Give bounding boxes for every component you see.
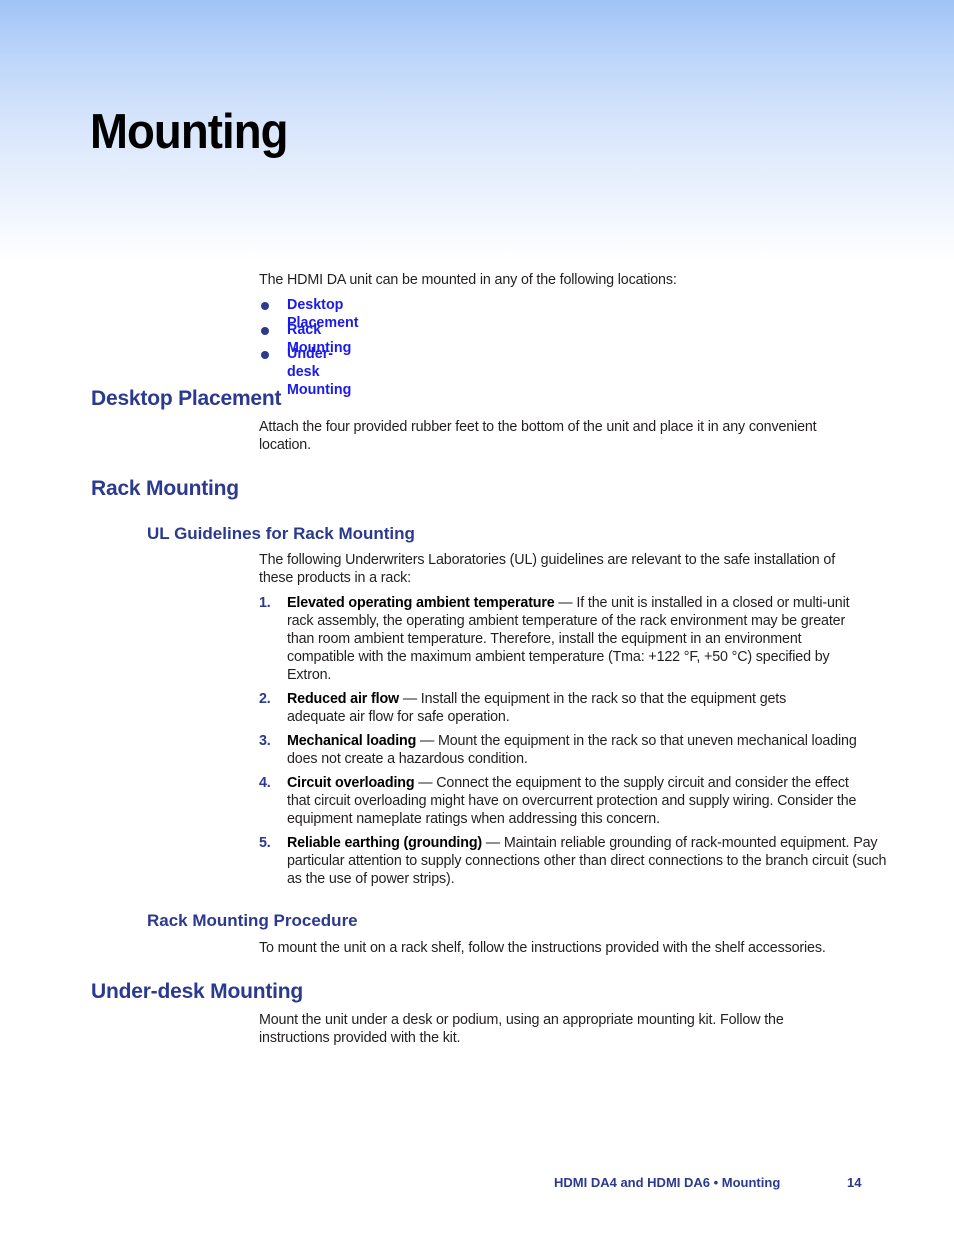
under-desk-text: Mount the unit under a desk or podium, u… [259, 1012, 784, 1046]
toc-link-under-desk-mounting[interactable]: Under-desk Mounting [287, 345, 351, 399]
subsection-heading-ul-guidelines: UL Guidelines for Rack Mounting [147, 524, 415, 543]
em-dash: — [554, 595, 577, 611]
list-number: 3. [259, 733, 271, 749]
section-heading-rack-mounting: Rack Mounting [91, 477, 239, 500]
em-dash: — [414, 775, 437, 791]
em-dash: — [399, 691, 421, 707]
bullet-icon [261, 351, 269, 359]
list-number: 4. [259, 775, 271, 791]
section-heading-desktop-placement: Desktop Placement [91, 387, 282, 410]
ul-guidelines-list: 1. Elevated operating ambient temperatur… [259, 594, 886, 894]
footer-doc-title: HDMI DA4 and HDMI DA6 • Mounting [554, 1175, 781, 1190]
list-item: 5. Reliable earthing (grounding) — Maint… [259, 834, 897, 888]
rack-procedure-text: To mount the unit on a rack shelf, follo… [259, 940, 826, 956]
page-title: Mounting [90, 105, 288, 159]
list-item-term: Elevated operating ambient temperature [287, 595, 555, 611]
list-item-term: Reliable earthing (grounding) [287, 835, 483, 851]
list-number: 2. [259, 691, 271, 707]
intro-text: The HDMI DA unit can be mounted in any o… [259, 272, 677, 288]
list-item-term: Circuit overloading [287, 775, 415, 791]
list-number: 1. [259, 595, 271, 611]
list-item: 1. Elevated operating ambient temperatur… [259, 594, 852, 684]
subsection-heading-rack-procedure: Rack Mounting Procedure [147, 911, 358, 930]
desktop-placement-text: Attach the four provided rubber feet to … [259, 419, 817, 453]
ul-guidelines-intro: The following Underwriters Laboratories … [259, 552, 836, 586]
bullet-icon [261, 302, 269, 310]
em-dash: — [482, 835, 504, 851]
em-dash: — [416, 733, 438, 749]
bullet-icon [261, 326, 269, 335]
list-item: 4. Circuit overloading — Connect the equ… [259, 774, 867, 828]
list-number: 5. [259, 835, 271, 851]
list-item: 3. Mechanical loading — Mount the equipm… [259, 732, 867, 768]
list-item: 2. Reduced air flow — Install the equipm… [259, 690, 842, 726]
list-item-term: Mechanical loading [287, 733, 417, 749]
footer-page-number: 14 [847, 1175, 862, 1190]
section-heading-under-desk-mounting: Under-desk Mounting [91, 980, 304, 1003]
list-item-term: Reduced air flow [287, 691, 399, 707]
